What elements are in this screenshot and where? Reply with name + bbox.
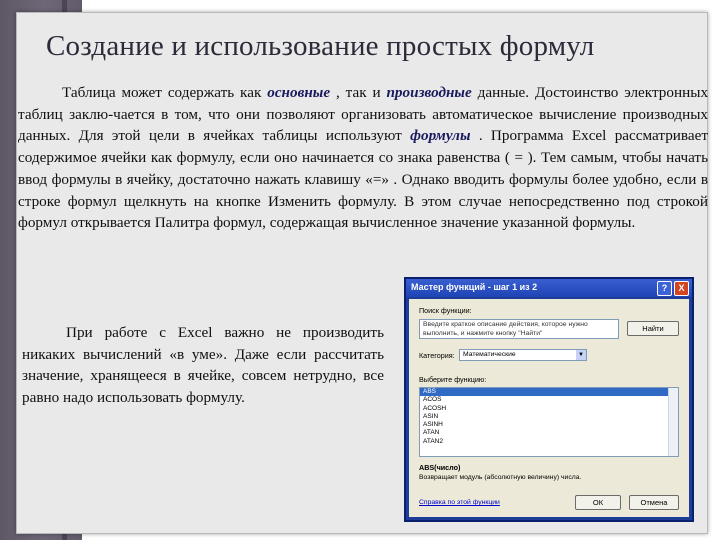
close-icon[interactable]: X <box>674 281 689 296</box>
help-icon[interactable]: ? <box>657 281 672 296</box>
slide-title: Создание и использование простых формул <box>46 30 595 62</box>
category-value: Математические <box>463 351 516 358</box>
paragraph-main-text-1: Таблица может содержать как <box>62 84 262 101</box>
list-item[interactable]: ACOS <box>420 396 678 404</box>
function-description: Возвращает модуль (абсолютную величину) … <box>419 474 582 481</box>
chevron-down-icon[interactable]: ▼ <box>576 350 586 360</box>
function-signature: ABS(число) <box>419 463 461 472</box>
function-list[interactable]: ABS ACOS ACOSH ASIN ASINH ATAN ATAN2 <box>419 387 679 457</box>
list-scrollbar[interactable] <box>668 388 678 456</box>
ok-button[interactable]: ОК <box>575 495 621 510</box>
paragraph-note: При работе с Excel важно не производить … <box>22 322 384 409</box>
term-basic: основные <box>267 84 331 101</box>
dialog-titlebar[interactable]: Мастер функций - шаг 1 из 2 ? X <box>406 279 692 297</box>
find-button[interactable]: Найти <box>627 321 679 336</box>
list-item[interactable]: ASIN <box>420 413 678 421</box>
cancel-button[interactable]: Отмена <box>629 495 679 510</box>
list-item[interactable]: ATAN <box>420 429 678 437</box>
category-label: Категория: <box>419 351 455 360</box>
list-item[interactable]: ABS <box>420 388 678 397</box>
term-formulas: формулы <box>410 127 471 145</box>
function-list-label: Выберите функцию: <box>419 375 487 384</box>
term-derived: производные <box>386 84 472 101</box>
category-select[interactable]: Математические ▼ <box>459 349 587 361</box>
list-item[interactable]: ASINH <box>420 421 678 429</box>
paragraph-main: Таблица может содержать как основные , т… <box>18 82 708 234</box>
list-item[interactable]: ACOSH <box>420 405 678 413</box>
search-input[interactable]: Введите краткое описание действия, котор… <box>419 319 619 339</box>
dialog-client-area: Поиск функции: Введите краткое описание … <box>409 299 689 517</box>
paragraph-note-text: При работе с Excel важно не производить … <box>22 324 384 407</box>
dialog-title: Мастер функций - шаг 1 из 2 <box>411 282 538 292</box>
paragraph-main-text-2: , так и <box>335 84 381 101</box>
search-label: Поиск функции: <box>419 306 472 315</box>
function-wizard-dialog: Мастер функций - шаг 1 из 2 ? X Поиск фу… <box>404 277 694 522</box>
list-item[interactable]: ATAN2 <box>420 438 678 446</box>
help-link[interactable]: Справка по этой функции <box>419 499 500 506</box>
